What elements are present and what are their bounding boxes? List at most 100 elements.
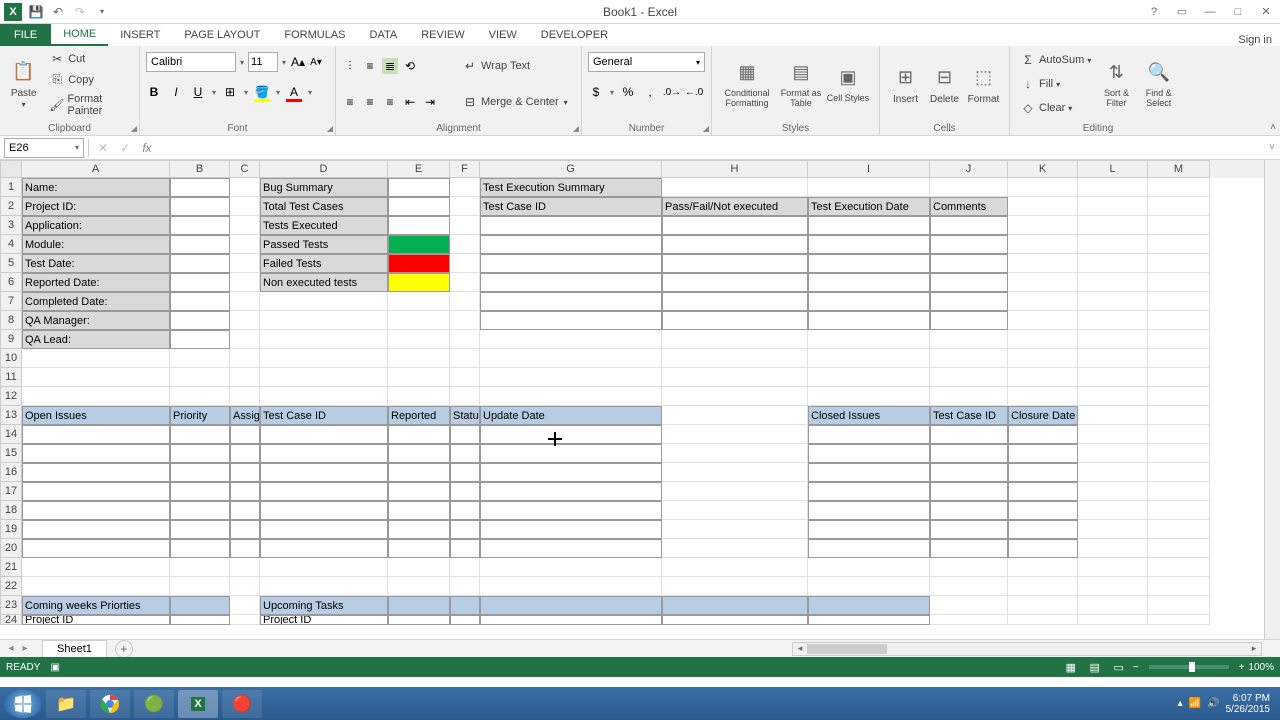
cell-K10[interactable] (1008, 349, 1078, 368)
cell-F2[interactable] (450, 197, 480, 216)
cell-G1[interactable]: Test Execution Summary (480, 178, 662, 197)
cell-G18[interactable] (480, 501, 662, 520)
cell-E9[interactable] (388, 330, 450, 349)
cell-H10[interactable] (662, 349, 808, 368)
column-header-G[interactable]: G (480, 160, 662, 178)
cell-J1[interactable] (930, 178, 1008, 197)
cell-A22[interactable] (22, 577, 170, 596)
cell-M3[interactable] (1148, 216, 1210, 235)
cell-I20[interactable] (808, 539, 930, 558)
vertical-scrollbar[interactable] (1264, 160, 1280, 639)
cell-C1[interactable] (230, 178, 260, 197)
app2-taskbar-icon[interactable]: 🔴 (222, 690, 262, 718)
cell-C12[interactable] (230, 387, 260, 406)
cell-C11[interactable] (230, 368, 260, 387)
cell-B7[interactable] (170, 292, 230, 311)
increase-indent-icon[interactable]: ⇥ (422, 94, 438, 110)
borders-icon[interactable]: ⊞ (222, 84, 238, 100)
cell-B13[interactable]: Priority (170, 406, 230, 425)
cell-H18[interactable] (662, 501, 808, 520)
cell-A3[interactable]: Application: (22, 216, 170, 235)
cell-H11[interactable] (662, 368, 808, 387)
cell-D24[interactable]: Project ID (260, 615, 388, 625)
cell-C14[interactable] (230, 425, 260, 444)
add-sheet-button[interactable]: + (115, 640, 133, 658)
cell-C18[interactable] (230, 501, 260, 520)
cell-I1[interactable] (808, 178, 930, 197)
cell-F18[interactable] (450, 501, 480, 520)
cell-L13[interactable] (1078, 406, 1148, 425)
tray-clock[interactable]: 6:07 PM 5/26/2015 (1226, 693, 1271, 715)
delete-cells-button[interactable]: ⊟Delete (925, 48, 964, 120)
cell-M10[interactable] (1148, 349, 1210, 368)
row-header-23[interactable]: 23 (0, 596, 22, 615)
cell-B16[interactable] (170, 463, 230, 482)
cell-B14[interactable] (170, 425, 230, 444)
cell-A11[interactable] (22, 368, 170, 387)
cell-C13[interactable]: Assigned (230, 406, 260, 425)
row-header-4[interactable]: 4 (0, 235, 22, 254)
cell-L22[interactable] (1078, 577, 1148, 596)
cell-L2[interactable] (1078, 197, 1148, 216)
cell-E19[interactable] (388, 520, 450, 539)
cell-B20[interactable] (170, 539, 230, 558)
spreadsheet-grid[interactable]: ABCDEFGHIJKLM 1Name:Bug SummaryTest Exec… (0, 160, 1280, 639)
cell-I22[interactable] (808, 577, 930, 596)
cell-F10[interactable] (450, 349, 480, 368)
help-icon[interactable]: ? (1140, 1, 1168, 23)
row-header-6[interactable]: 6 (0, 273, 22, 292)
cell-C23[interactable] (230, 596, 260, 615)
cell-I9[interactable] (808, 330, 930, 349)
row-header-10[interactable]: 10 (0, 349, 22, 368)
cell-I23[interactable] (808, 596, 930, 615)
paste-button[interactable]: 📋 Paste ▾ (6, 48, 41, 120)
cell-B10[interactable] (170, 349, 230, 368)
cell-D23[interactable]: Upcoming Tasks (260, 596, 388, 615)
undo-icon[interactable]: ↶ (50, 4, 66, 20)
cell-E23[interactable] (388, 596, 450, 615)
decrease-decimal-icon[interactable]: ←.0 (686, 84, 702, 100)
cell-J20[interactable] (930, 539, 1008, 558)
cell-J11[interactable] (930, 368, 1008, 387)
currency-icon[interactable]: $ (588, 84, 604, 100)
cell-K18[interactable] (1008, 501, 1078, 520)
cell-F15[interactable] (450, 444, 480, 463)
column-header-I[interactable]: I (808, 160, 930, 178)
cell-H7[interactable] (662, 292, 808, 311)
cell-L5[interactable] (1078, 254, 1148, 273)
font-size-dropdown-icon[interactable]: ▾ (280, 58, 288, 67)
cell-C17[interactable] (230, 482, 260, 501)
row-header-14[interactable]: 14 (0, 425, 22, 444)
cell-I5[interactable] (808, 254, 930, 273)
cell-L3[interactable] (1078, 216, 1148, 235)
cell-B11[interactable] (170, 368, 230, 387)
cell-D3[interactable]: Tests Executed (260, 216, 388, 235)
cell-L10[interactable] (1078, 349, 1148, 368)
chrome-taskbar-icon[interactable] (90, 690, 130, 718)
cell-G13[interactable]: Update Date (480, 406, 662, 425)
cell-G17[interactable] (480, 482, 662, 501)
cell-L1[interactable] (1078, 178, 1148, 197)
column-header-L[interactable]: L (1078, 160, 1148, 178)
cell-J4[interactable] (930, 235, 1008, 254)
save-icon[interactable]: 💾 (28, 4, 44, 20)
cell-H9[interactable] (662, 330, 808, 349)
clear-button[interactable]: ◇Clear▾ (1016, 98, 1095, 118)
cell-M5[interactable] (1148, 254, 1210, 273)
cell-J13[interactable]: Test Case ID (930, 406, 1008, 425)
align-top-icon[interactable]: ⫶ (342, 58, 358, 74)
row-header-22[interactable]: 22 (0, 577, 22, 596)
cell-I10[interactable] (808, 349, 930, 368)
font-size-input[interactable] (248, 52, 278, 72)
cell-C22[interactable] (230, 577, 260, 596)
cell-F12[interactable] (450, 387, 480, 406)
cell-I16[interactable] (808, 463, 930, 482)
cell-I3[interactable] (808, 216, 930, 235)
qat-customize-icon[interactable]: ▾ (94, 4, 110, 20)
cell-K3[interactable] (1008, 216, 1078, 235)
cell-H2[interactable]: Pass/Fail/Not executed (662, 197, 808, 216)
cell-D20[interactable] (260, 539, 388, 558)
cell-D2[interactable]: Total Test Cases (260, 197, 388, 216)
column-header-H[interactable]: H (662, 160, 808, 178)
cell-G11[interactable] (480, 368, 662, 387)
